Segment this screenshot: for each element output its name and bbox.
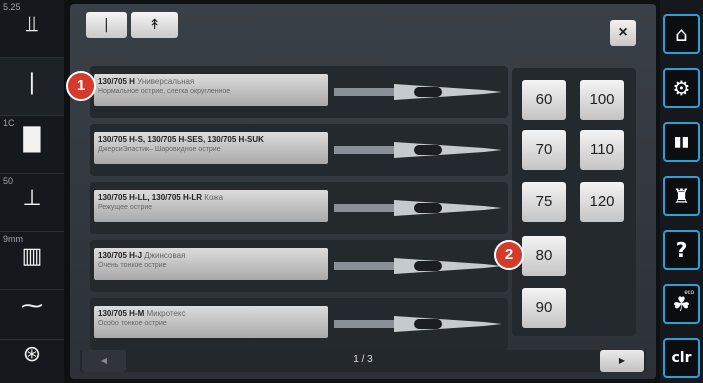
- needle-row[interactable]: 130/705 H-LL, 130/705 H-LR Кожа Режущее …: [90, 182, 508, 234]
- mannequin-icon: ♜: [672, 184, 691, 208]
- page-indicator: 1 / 3: [353, 354, 373, 365]
- needle-row[interactable]: 130/705 H-J Джинсовая Очень тонкое остри…: [90, 240, 508, 292]
- needle-title: 130/705 H Универсальная: [98, 77, 324, 86]
- needle-name: Кожа: [204, 193, 224, 202]
- presser-foot-value: 1C: [3, 118, 15, 128]
- stitch-plate-icon: ▥: [21, 244, 43, 269]
- foot-pressure-item[interactable]: 50 ⊥: [0, 174, 64, 232]
- needle-row[interactable]: 130/705 H Универсальная Нормальное остри…: [90, 66, 508, 118]
- needle-desc: Нормальное острие, слегка округленное: [98, 88, 231, 95]
- home-button[interactable]: ⌂: [663, 14, 700, 54]
- size-button-110[interactable]: 110: [580, 130, 624, 170]
- needle-name: Микротекс: [146, 309, 186, 318]
- eco-badge: eco: [684, 290, 694, 296]
- needle-label: 130/705 H-M Микротекс Особо тонкое остри…: [94, 306, 328, 338]
- needle-desc: Особо тонкое острие: [98, 320, 167, 327]
- size-button-80[interactable]: 80: [522, 236, 566, 276]
- needle-title: 130/705 H-J Джинсовая: [98, 251, 324, 260]
- needle-row[interactable]: 130/705 H-S, 130/705 H-SES, 130/705 H-SU…: [90, 124, 508, 176]
- close-button[interactable]: ×: [610, 20, 636, 46]
- right-sidebar: ⌂ ⚙ ▮▮ ♜ ? eco ☘ clr: [660, 0, 703, 383]
- stitch-plate-value: 9mm: [3, 234, 23, 244]
- needle-icon: ❘: [22, 70, 42, 95]
- needle-item[interactable]: ❘: [0, 58, 64, 116]
- stitch-width-value: 5.25: [3, 2, 21, 12]
- callout-marker-2: 2: [494, 240, 524, 270]
- needle-size-panel: 60 70 75 80 90 100 110 120: [512, 68, 636, 336]
- needle-name: Универсальная: [137, 77, 195, 86]
- size-button-70[interactable]: 70: [522, 130, 566, 170]
- guide-button[interactable]: ▮▮: [663, 122, 700, 162]
- size-button-90[interactable]: 90: [522, 288, 566, 328]
- help-button[interactable]: ?: [663, 230, 700, 270]
- size-button-120[interactable]: 120: [580, 182, 624, 222]
- breadcrumb-item-home[interactable]: |: [86, 12, 127, 38]
- stitch-width-item[interactable]: 5.25 ⫫: [0, 0, 64, 58]
- help-icon: ?: [675, 238, 688, 262]
- needle-image: [334, 84, 502, 100]
- needle-title: 130/705 H-LL, 130/705 H-LR Кожа: [98, 193, 324, 202]
- needle-code: 130/705 H-J: [98, 251, 143, 260]
- needle-name: Джинсовая: [144, 251, 186, 260]
- needle-code: 130/705 H: [98, 77, 135, 86]
- needle-code: 130/705 H-M: [98, 309, 145, 318]
- stitch-width-icon: ⫫: [25, 12, 39, 37]
- needle-title: 130/705 H-M Микротекс: [98, 309, 324, 318]
- needle-label: 130/705 H Универсальная Нормальное остри…: [94, 74, 328, 106]
- left-sidebar: 5.25 ⫫ ❘ 1C █ 50 ⊥ 9mm ▥ ⁓ ⊛: [0, 0, 64, 383]
- needle-label: 130/705 H-J Джинсовая Очень тонкое остри…: [94, 248, 328, 280]
- bobbin-item[interactable]: ⊛: [0, 330, 64, 383]
- next-page-button[interactable]: ▶: [600, 350, 644, 372]
- needle-selection-panel: | ↟ × 130/705 H Универсальная Нормальное…: [70, 4, 656, 379]
- breadcrumb: | ↟: [86, 12, 182, 38]
- needle-desc: ДжерсиЭластик– Шаровидное острие: [98, 146, 221, 153]
- needle-desc: Очень тонкое острие: [98, 262, 167, 269]
- presser-foot-icon: █: [23, 128, 41, 153]
- breadcrumb-item-needle[interactable]: ↟: [130, 12, 179, 38]
- home-icon: ⌂: [675, 22, 688, 46]
- needle-image: [334, 258, 502, 274]
- needle-desc: Режущее острие: [98, 204, 153, 211]
- size-button-75[interactable]: 75: [522, 182, 566, 222]
- foot-pressure-value: 50: [3, 176, 14, 186]
- clear-button[interactable]: clr: [663, 338, 700, 378]
- presser-foot-item[interactable]: 1C █: [0, 116, 64, 174]
- needle-row[interactable]: 130/705 H-M Микротекс Особо тонкое остри…: [90, 298, 508, 350]
- size-button-60[interactable]: 60: [522, 80, 566, 120]
- size-button-100[interactable]: 100: [580, 80, 624, 120]
- needle-label: 130/705 H-LL, 130/705 H-LR Кожа Режущее …: [94, 190, 328, 222]
- stitch-pattern-icon: ⁓: [21, 294, 43, 319]
- needle-title: 130/705 H-S, 130/705 H-SES, 130/705 H-SU…: [98, 135, 324, 144]
- book-icon: ▮▮: [673, 134, 690, 150]
- needle-code: 130/705 H-S, 130/705 H-SES, 130/705 H-SU…: [98, 135, 264, 144]
- clear-icon: clr: [671, 350, 692, 366]
- settings-icon: ⚙: [672, 76, 691, 100]
- bobbin-icon: ⊛: [22, 342, 42, 367]
- callout-marker-1: 1: [66, 71, 96, 101]
- eco-button[interactable]: eco ☘: [663, 284, 700, 324]
- settings-button[interactable]: ⚙: [663, 68, 700, 108]
- needle-image: [334, 200, 502, 216]
- needle-code: 130/705 H-LL, 130/705 H-LR: [98, 193, 203, 202]
- sewing-consultant-button[interactable]: ♜: [663, 176, 700, 216]
- foot-pressure-icon: ⊥: [22, 186, 42, 211]
- pagination-bar: ◀ 1 / 3 ▶: [80, 350, 646, 372]
- needle-image: [334, 316, 502, 332]
- needle-image: [334, 142, 502, 158]
- needle-label: 130/705 H-S, 130/705 H-SES, 130/705 H-SU…: [94, 132, 328, 164]
